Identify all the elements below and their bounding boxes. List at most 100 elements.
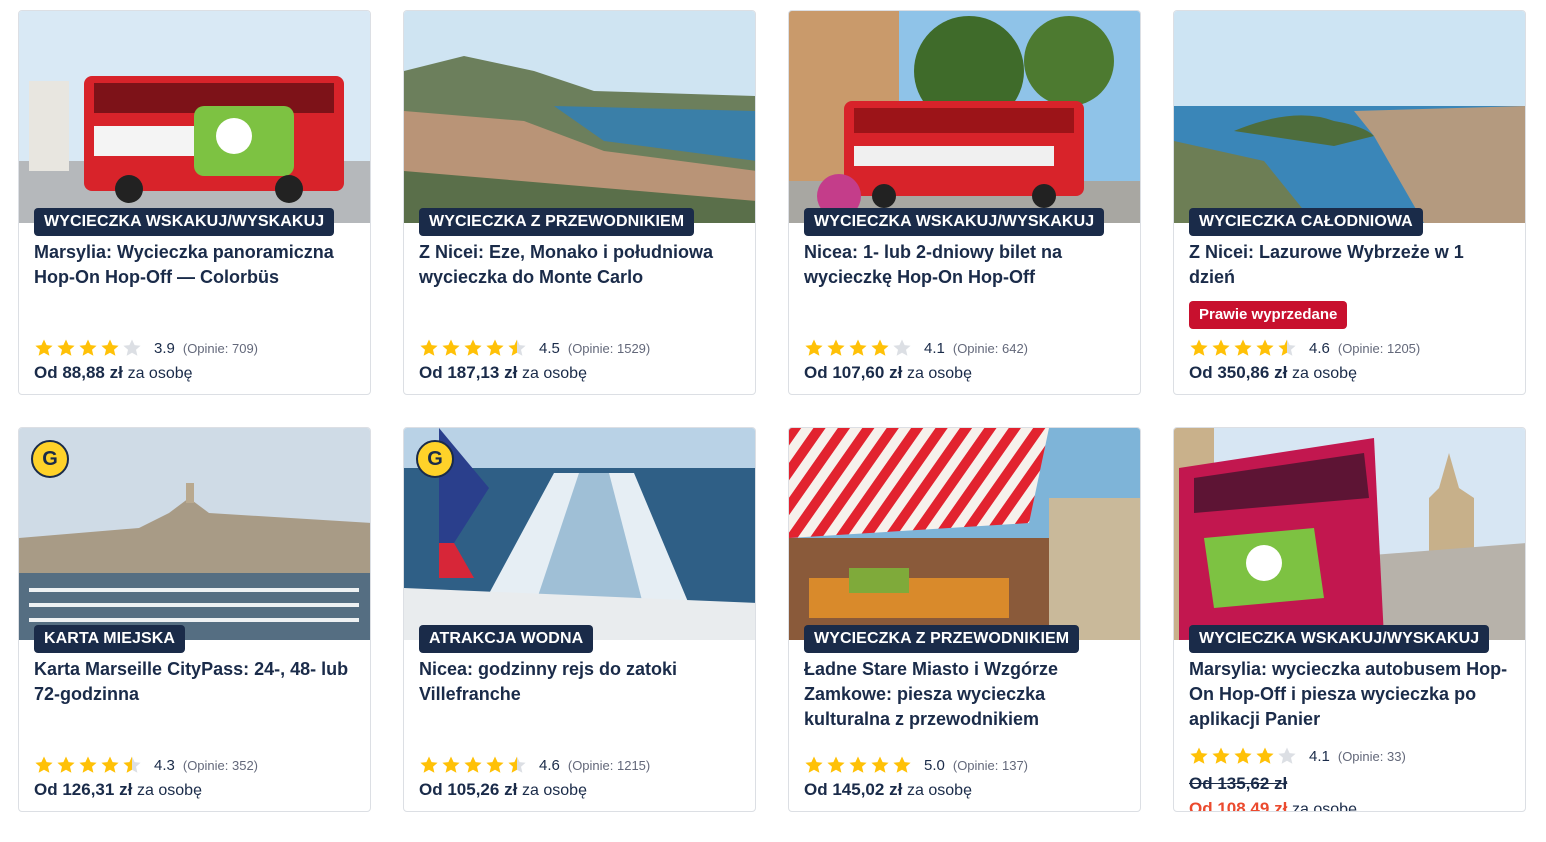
star-rating [419, 338, 529, 358]
rating-row: 4.6 (Opinie: 1205) [1189, 338, 1420, 358]
price-unit: za osobę [907, 365, 972, 382]
rating-row: 4.6 (Opinie: 1215) [419, 755, 650, 775]
star-rating [34, 338, 144, 358]
review-count: (Opinie: 137) [952, 757, 1029, 773]
rating-row: 5.0 (Opinie: 137) [804, 755, 1028, 775]
activity-photo[interactable] [404, 428, 755, 640]
price-prefix: Od [419, 363, 443, 382]
harbor-photo-icon [19, 428, 370, 640]
price-prefix: Od [804, 363, 828, 382]
star-icon [1234, 747, 1252, 764]
price: Od 105,26 zł za osobę [419, 780, 587, 800]
star-icon [827, 756, 845, 773]
star-icon [420, 339, 438, 356]
market-photo-icon [789, 428, 1140, 640]
star-icon [101, 756, 119, 773]
price-prefix: Od [804, 780, 828, 799]
activity-title[interactable]: Marsylia: Wycieczka panoramiczna Hop-On … [34, 240, 354, 290]
rating-row: 4.5 (Opinie: 1529) [419, 338, 650, 358]
activity-card[interactable]: G ATRAKCJA WODNA Nicea: godzinny rejs do… [403, 427, 756, 812]
activity-title[interactable]: Karta Marseille CityPass: 24-, 48- lub 7… [34, 657, 354, 707]
review-count: (Opinie: 1205) [1337, 340, 1421, 356]
bus-photo-icon [1174, 428, 1525, 640]
star-icon [57, 756, 75, 773]
price-prefix: Od [34, 780, 58, 799]
star-rating [419, 755, 529, 775]
activity-category-tag: WYCIECZKA WSKAKUJ/WYSKAKUJ [804, 208, 1105, 236]
star-icon [1278, 339, 1296, 356]
star-icon [849, 339, 867, 356]
rating-row: 3.9 (Opinie: 709) [34, 338, 258, 358]
star-icon [486, 756, 504, 773]
star-icon [1190, 339, 1208, 356]
star-icon [57, 339, 75, 356]
star-icon [827, 339, 845, 356]
activity-photo[interactable] [789, 428, 1140, 640]
price-unit: za osobę [522, 365, 587, 382]
price: Od 350,86 zł za osobę [1189, 363, 1357, 383]
rating-score: 4.6 [539, 756, 560, 774]
activity-photo[interactable] [19, 11, 370, 223]
star-rating [804, 755, 914, 775]
activity-title[interactable]: Nicea: 1- lub 2-dniowy bilet na wycieczk… [804, 240, 1124, 290]
rating-row: 4.3 (Opinie: 352) [34, 755, 258, 775]
activity-title[interactable]: Z Nicei: Eze, Monako i południowa wyciec… [419, 240, 739, 290]
activity-card[interactable]: WYCIECZKA WSKAKUJ/WYSKAKUJ Marsylia: wyc… [1173, 427, 1526, 812]
activity-category-tag: WYCIECZKA Z PRZEWODNIKIEM [804, 625, 1080, 653]
price-unit: za osobę [127, 365, 193, 382]
activity-card[interactable]: WYCIECZKA Z PRZEWODNIKIEM Z Nicei: Eze, … [403, 10, 756, 395]
rating-score: 4.6 [1309, 339, 1330, 357]
activity-card[interactable]: G KARTA MIEJSKA Karta Marseille CityPass… [18, 427, 371, 812]
activity-title[interactable]: Ładne Stare Miasto i Wzgórze Zamkowe: pi… [804, 657, 1124, 732]
star-icon [1256, 747, 1274, 764]
activity-card[interactable]: WYCIECZKA WSKAKUJ/WYSKAKUJ Marsylia: Wyc… [18, 10, 371, 395]
bus-photo-icon [789, 11, 1140, 223]
activity-photo[interactable] [19, 428, 370, 640]
price-amount: 108,49 zł [1217, 799, 1288, 812]
activity-card[interactable]: WYCIECZKA WSKAKUJ/WYSKAKUJ Nicea: 1- lub… [788, 10, 1141, 395]
activity-card[interactable]: WYCIECZKA Z PRZEWODNIKIEM Ładne Stare Mi… [788, 427, 1141, 812]
activity-photo[interactable] [404, 11, 755, 223]
star-icon [1256, 339, 1274, 356]
star-icon [893, 339, 911, 356]
activity-photo[interactable] [1174, 11, 1525, 223]
star-icon [464, 756, 482, 773]
price-prefix: Od [1189, 363, 1213, 382]
star-icon [464, 339, 482, 356]
price-unit: za osobę [1292, 365, 1357, 382]
activity-category-tag: WYCIECZKA Z PRZEWODNIKIEM [419, 208, 695, 236]
activity-title[interactable]: Z Nicei: Lazurowe Wybrzeże w 1 dzień [1189, 240, 1509, 290]
star-icon [35, 756, 53, 773]
price: Od 126,31 zł za osobę [34, 780, 202, 800]
star-icon [420, 756, 438, 773]
rating-score: 4.1 [1309, 747, 1330, 765]
activity-photo[interactable] [1174, 428, 1525, 640]
price-amount: 107,60 zł [832, 363, 903, 382]
price: Od 145,02 zł za osobę [804, 780, 972, 800]
activity-title[interactable]: Marsylia: wycieczka autobusem Hop-On Hop… [1189, 657, 1509, 732]
star-icon [123, 339, 141, 356]
price-prefix: Od [1189, 799, 1213, 812]
rating-score: 5.0 [924, 756, 945, 774]
star-icon [486, 339, 504, 356]
activity-title[interactable]: Nicea: godzinny rejs do zatoki Villefran… [419, 657, 739, 707]
review-count: (Opinie: 642) [952, 340, 1029, 356]
star-icon [508, 339, 526, 356]
price-unit: za osobę [907, 782, 972, 799]
activity-photo[interactable] [789, 11, 1140, 223]
star-icon [1278, 747, 1296, 764]
star-rating [1189, 338, 1299, 358]
star-icon [871, 756, 889, 773]
star-icon [79, 339, 97, 356]
price-amount: 350,86 zł [1217, 363, 1288, 382]
price-amount: 105,26 zł [447, 780, 518, 799]
guide-badge-icon: G [31, 440, 69, 478]
price-amount: 187,13 zł [447, 363, 518, 382]
rating-row: 4.1 (Opinie: 33) [1189, 746, 1406, 766]
price-unit: za osobę [522, 782, 587, 799]
rating-score: 4.5 [539, 339, 560, 357]
activity-card[interactable]: WYCIECZKA CAŁODNIOWA Z Nicei: Lazurowe W… [1173, 10, 1526, 395]
availability-badge: Prawie wyprzedane [1189, 301, 1348, 329]
price-unit: za osobę [137, 782, 202, 799]
star-icon [442, 756, 460, 773]
